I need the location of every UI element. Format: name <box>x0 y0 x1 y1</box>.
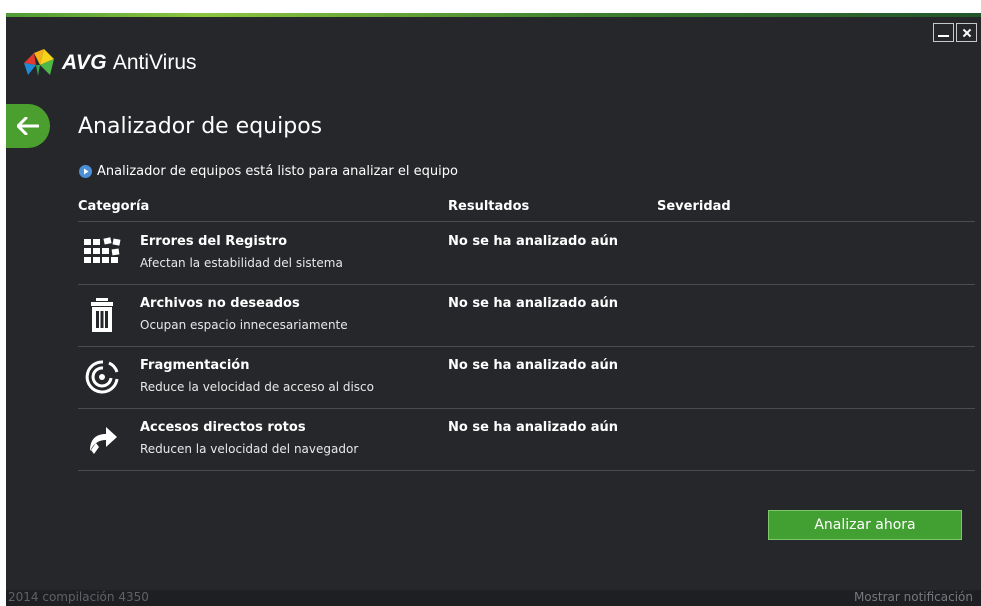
info-play-icon <box>79 165 92 178</box>
product-name: AntiVirus <box>112 51 197 74</box>
page-title: Analizador de equipos <box>78 114 323 139</box>
status-message: Analizador de equipos está listo para an… <box>79 164 458 179</box>
arrow-left-icon <box>17 117 39 135</box>
row-description: Reduce la velocidad de acceso al disco <box>140 380 374 394</box>
row-description: Ocupan espacio innecesariamente <box>140 318 348 332</box>
build-version: 2014 compilación 4350 <box>8 590 149 604</box>
window-controls <box>933 23 977 42</box>
row-result: No se ha analizado aún <box>448 358 619 373</box>
row-description: Afectan la estabilidad del sistema <box>140 256 343 270</box>
trash-can-icon <box>91 298 113 332</box>
avg-logo-icon <box>24 49 54 76</box>
registry-grid-icon <box>84 237 121 263</box>
row-title: Fragmentación <box>140 358 250 373</box>
show-notification-link[interactable]: Mostrar notificación <box>854 590 973 604</box>
row-title: Accesos directos rotos <box>140 420 306 435</box>
back-button[interactable] <box>6 104 50 148</box>
scan-now-button[interactable]: Analizar ahora <box>768 510 962 540</box>
row-result: No se ha analizado aún <box>448 234 619 249</box>
app-logo: AVG AntiVirus <box>24 49 197 77</box>
column-header-category: Categoría <box>78 199 150 214</box>
row-result: No se ha analizado aún <box>448 420 619 435</box>
table-header: Categoría Resultados Severidad <box>78 199 975 222</box>
broken-shortcut-arrow-icon <box>90 427 117 454</box>
app-window: AVG AntiVirus Analizador de equipos Anal… <box>6 13 981 606</box>
table-row-fragmentation: Fragmentación Reduce la velocidad de acc… <box>78 346 975 409</box>
title-accent-bar <box>6 13 981 17</box>
status-text: Analizador de equipos está listo para an… <box>97 164 458 179</box>
status-bar: 2014 compilación 4350 Mostrar notificaci… <box>6 590 981 606</box>
column-header-results: Resultados <box>448 199 530 214</box>
disk-fragmentation-icon <box>85 360 119 394</box>
minimize-button[interactable] <box>933 23 954 42</box>
row-title: Errores del Registro <box>140 234 288 249</box>
row-result: No se ha analizado aún <box>448 296 619 311</box>
column-header-severity: Severidad <box>657 199 731 214</box>
table-row-broken-shortcuts: Accesos directos rotos Reducen la veloci… <box>78 408 975 471</box>
close-button[interactable] <box>956 23 977 42</box>
brand-name: AVG <box>62 51 107 74</box>
table-row-junk-files: Archivos no deseados Ocupan espacio inne… <box>78 284 975 347</box>
row-title: Archivos no deseados <box>140 296 300 311</box>
row-description: Reducen la velocidad del navegador <box>140 442 359 456</box>
table-row-registry: Errores del Registro Afectan la estabili… <box>78 222 975 285</box>
